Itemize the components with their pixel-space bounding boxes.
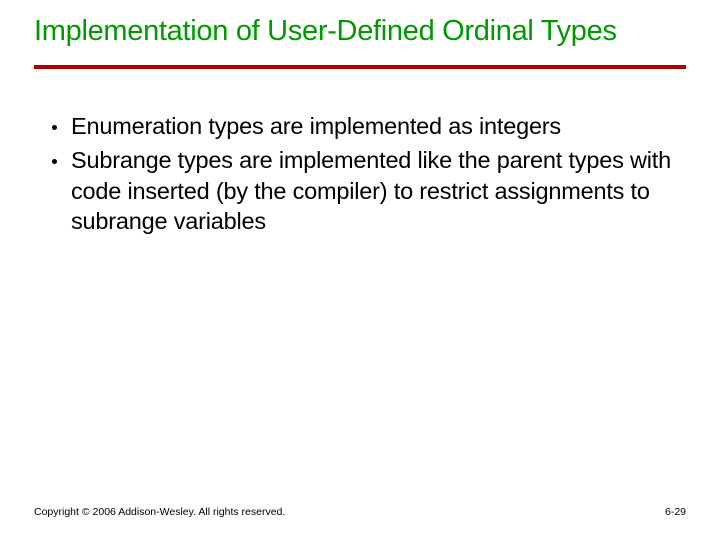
slide-title: Implementation of User-Defined Ordinal T… bbox=[34, 14, 686, 59]
title-underline bbox=[34, 65, 686, 69]
slide-body: Enumeration types are implemented as int… bbox=[34, 111, 686, 235]
bullet-icon bbox=[52, 159, 57, 164]
page-number: 6-29 bbox=[665, 506, 686, 518]
slide-footer: Copyright © 2006 Addison-Wesley. All rig… bbox=[34, 506, 686, 518]
list-item: Subrange types are implemented like the … bbox=[52, 145, 676, 235]
copyright-text: Copyright © 2006 Addison-Wesley. All rig… bbox=[34, 506, 285, 518]
list-item: Enumeration types are implemented as int… bbox=[52, 111, 676, 141]
slide: Implementation of User-Defined Ordinal T… bbox=[0, 0, 720, 540]
bullet-icon bbox=[52, 125, 57, 130]
bullet-text: Subrange types are implemented like the … bbox=[71, 145, 676, 235]
bullet-text: Enumeration types are implemented as int… bbox=[71, 111, 561, 141]
